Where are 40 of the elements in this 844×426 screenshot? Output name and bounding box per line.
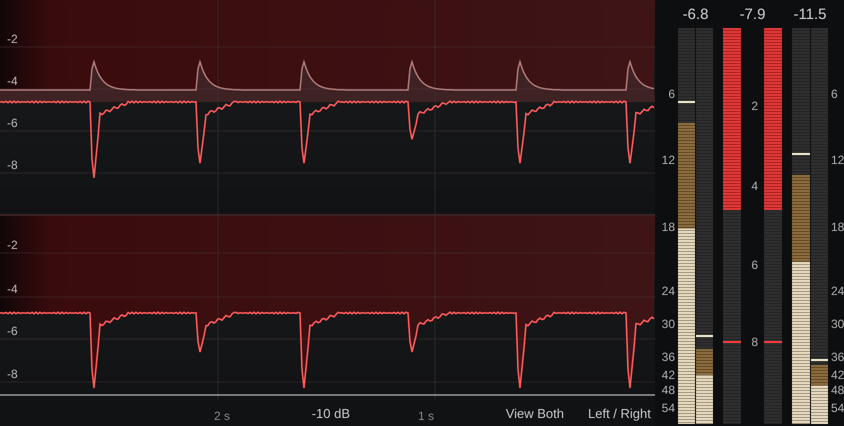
scale-label: 24 bbox=[662, 284, 675, 298]
scale-label: 54 bbox=[662, 401, 675, 415]
axis-label: -2 bbox=[7, 32, 18, 46]
axis-label: -2 bbox=[7, 238, 18, 252]
view-mode-selector[interactable]: View Both bbox=[506, 406, 564, 420]
scale-label: 30 bbox=[662, 317, 675, 331]
axis-label: -6 bbox=[7, 116, 18, 130]
scale-label: 42 bbox=[662, 368, 675, 382]
scale-label: 18 bbox=[662, 220, 675, 234]
channel-mode-selector[interactable]: Left / Right bbox=[588, 406, 651, 420]
scale-label: 12 bbox=[831, 153, 844, 167]
peak-marker bbox=[723, 340, 741, 343]
scale-label: 4 bbox=[751, 179, 758, 193]
scale-label: 42 bbox=[831, 368, 844, 382]
scale-label: 6 bbox=[668, 87, 675, 101]
range-selector[interactable]: -10 dB bbox=[312, 406, 350, 420]
scale-label: 36 bbox=[662, 350, 675, 364]
scale-label: 18 bbox=[831, 220, 844, 234]
time-label: 2 s bbox=[214, 408, 230, 423]
scale-label: 36 bbox=[831, 350, 844, 364]
axis-label: -8 bbox=[7, 367, 18, 381]
scale-label: 54 bbox=[831, 401, 844, 415]
scale-label: 6 bbox=[751, 258, 758, 272]
axis-label: -6 bbox=[7, 324, 18, 338]
scale-label: 24 bbox=[831, 284, 844, 298]
scale-label: 48 bbox=[662, 383, 675, 397]
time-label: 1 s bbox=[418, 408, 434, 423]
scale-label: 2 bbox=[751, 99, 758, 113]
axis-label: -4 bbox=[7, 282, 18, 296]
scale-label: 30 bbox=[831, 317, 844, 331]
scale-label: 6 bbox=[831, 87, 838, 101]
peak-marker bbox=[764, 340, 782, 343]
meter-readout: -7.9 bbox=[740, 6, 766, 22]
scale-label: 48 bbox=[831, 383, 844, 397]
meter-readout: -11.5 bbox=[793, 6, 827, 22]
scale-label: 8 bbox=[751, 335, 758, 349]
scale-label: 12 bbox=[662, 153, 675, 167]
axis-label: -4 bbox=[7, 74, 18, 88]
axis-label: -8 bbox=[7, 158, 18, 172]
meter-readout: -6.8 bbox=[682, 6, 708, 22]
